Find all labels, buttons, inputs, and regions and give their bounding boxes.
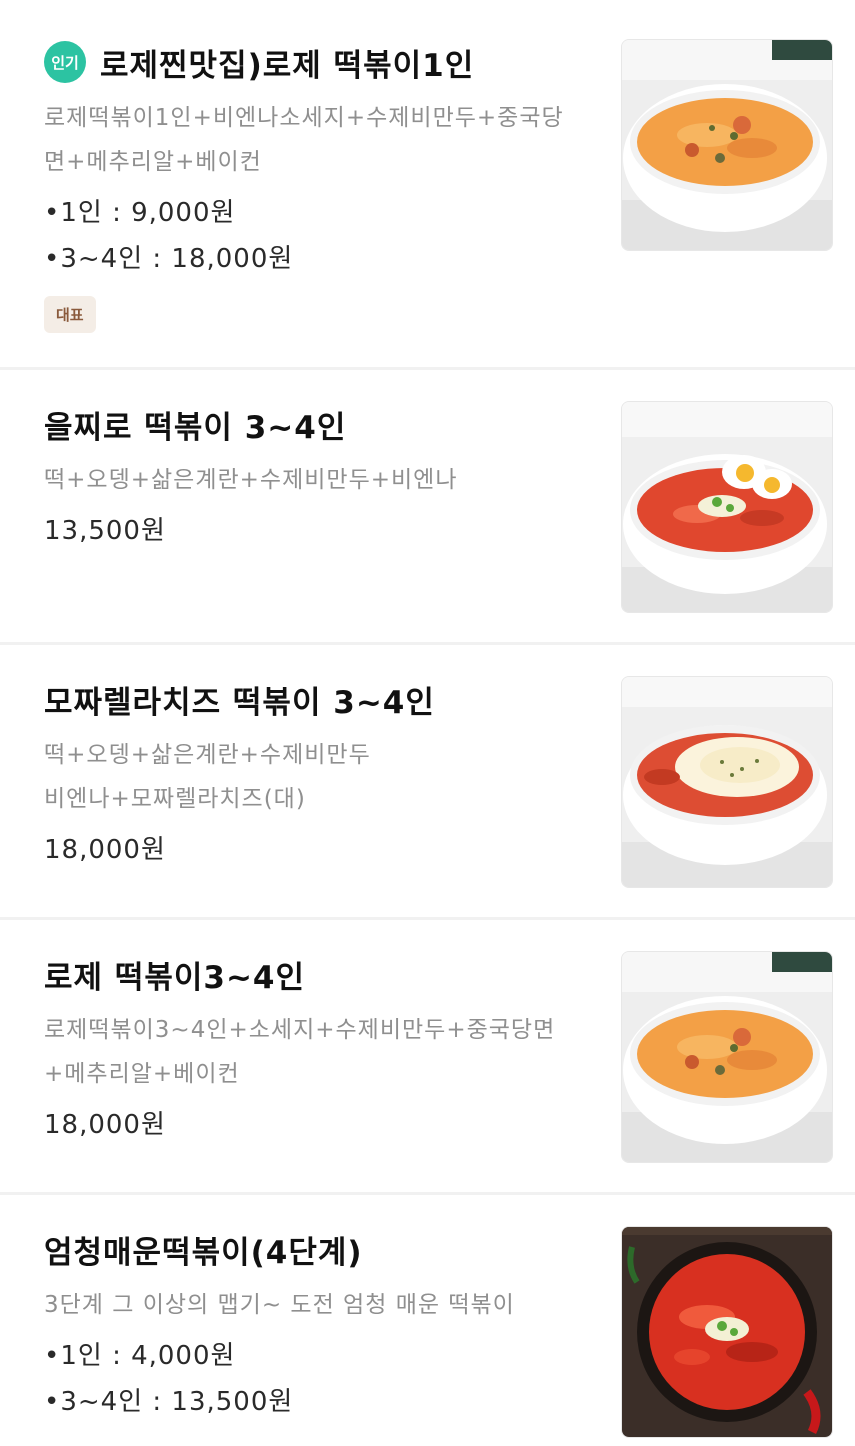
menu-list: 인기 로제찐맛집)로제 떡볶이1인 로제떡볶이1인+비엔나소세지+수제비만두+중… [0,0,855,1446]
menu-item-extra-spicy[interactable]: 엄청매운떡볶이(4단계) 3단계 그 이상의 맵기~ 도전 엄청 매운 떡볶이 … [0,1195,855,1446]
price-line: •1인 : 4,000원 [44,1341,236,1371]
title-row: 을찌로 떡볶이 3~4인 [44,396,595,452]
item-description: 3단계 그 이상의 맵기~ 도전 엄청 매운 떡볶이 [44,1283,595,1327]
spicy-tteokbokki-dark-bowl-icon [622,1227,832,1437]
price-list: 18,000원 [44,1102,595,1148]
menu-item-image[interactable] [621,401,833,613]
item-title: 엄청매운떡볶이(4단계) [44,1234,363,1271]
title-row: 로제 떡볶이3~4인 [44,946,595,1002]
item-text: 모짜렐라치즈 떡볶이 3~4인 떡+오뎅+삶은계란+수제비만두 비엔나+모짜렐라… [44,671,595,873]
rose-tteokbokki-bowl-icon [622,952,832,1162]
popular-badge: 인기 [44,41,86,83]
price-line: •3~4인 : 13,500원 [44,1387,294,1417]
menu-item-image[interactable] [621,39,833,251]
desc-line: 면+메추리알+베이컨 [44,149,262,175]
title-row: 인기 로제찐맛집)로제 떡볶이1인 [44,34,595,90]
menu-item-image[interactable] [621,1226,833,1438]
desc-line: 비엔나+모짜렐라치즈(대) [44,786,306,812]
price-line: •1인 : 9,000원 [44,198,236,228]
desc-line: 떡+오뎅+삶은계란+수제비만두 [44,742,371,768]
price-list: 13,500원 [44,508,595,554]
price-line: •3~4인 : 18,000원 [44,244,294,274]
item-title: 모짜렐라치즈 떡볶이 3~4인 [44,684,435,721]
price-line: 13,500원 [44,516,166,546]
item-title: 로제찐맛집)로제 떡볶이1인 [100,47,475,84]
item-text: 로제 떡볶이3~4인 로제떡볶이3~4인+소세지+수제비만두+중국당면 +메추리… [44,946,595,1148]
item-title: 을찌로 떡볶이 3~4인 [44,409,347,446]
desc-line: 로제떡볶이1인+비엔나소세지+수제비만두+중국당 [44,105,564,131]
menu-item-image[interactable] [621,676,833,888]
cheese-tteokbokki-bowl-icon [622,677,832,887]
desc-line: 로제떡볶이3~4인+소세지+수제비만두+중국당면 [44,1017,556,1043]
item-description: 떡+오뎅+삶은계란+수제비만두 비엔나+모짜렐라치즈(대) [44,733,595,821]
red-tteokbokki-with-eggs-icon [622,402,832,612]
price-line: 18,000원 [44,835,166,865]
price-list: •1인 : 4,000원 •3~4인 : 13,500원 [44,1333,595,1425]
desc-line: +메추리알+베이컨 [44,1061,240,1087]
rose-tteokbokki-bowl-icon [622,40,832,250]
price-list: 18,000원 [44,827,595,873]
price-line: 18,000원 [44,1110,166,1140]
title-row: 모짜렐라치즈 떡볶이 3~4인 [44,671,595,727]
representative-tag: 대표 [44,296,96,333]
menu-item-euljiro[interactable]: 을찌로 떡볶이 3~4인 떡+오뎅+삶은계란+수제비만두+비엔나 13,500원 [0,370,855,645]
price-list: •1인 : 9,000원 •3~4인 : 18,000원 [44,190,595,282]
menu-item-image[interactable] [621,951,833,1163]
item-text: 인기 로제찐맛집)로제 떡볶이1인 로제떡볶이1인+비엔나소세지+수제비만두+중… [44,34,595,333]
item-description: 로제떡볶이1인+비엔나소세지+수제비만두+중국당 면+메추리알+베이컨 [44,96,595,184]
desc-line: 떡+오뎅+삶은계란+수제비만두+비엔나 [44,467,458,493]
menu-item-rose-1[interactable]: 인기 로제찐맛집)로제 떡볶이1인 로제떡볶이1인+비엔나소세지+수제비만두+중… [0,0,855,370]
desc-line: 3단계 그 이상의 맵기~ 도전 엄청 매운 떡볶이 [44,1292,515,1318]
item-title: 로제 떡볶이3~4인 [44,959,306,996]
item-description: 떡+오뎅+삶은계란+수제비만두+비엔나 [44,458,595,502]
item-description: 로제떡볶이3~4인+소세지+수제비만두+중국당면 +메추리알+베이컨 [44,1008,595,1096]
menu-item-mozzarella[interactable]: 모짜렐라치즈 떡볶이 3~4인 떡+오뎅+삶은계란+수제비만두 비엔나+모짜렐라… [0,645,855,920]
menu-item-rose-34[interactable]: 로제 떡볶이3~4인 로제떡볶이3~4인+소세지+수제비만두+중국당면 +메추리… [0,920,855,1195]
item-text: 을찌로 떡볶이 3~4인 떡+오뎅+삶은계란+수제비만두+비엔나 13,500원 [44,396,595,554]
item-text: 엄청매운떡볶이(4단계) 3단계 그 이상의 맵기~ 도전 엄청 매운 떡볶이 … [44,1221,595,1425]
title-row: 엄청매운떡볶이(4단계) [44,1221,595,1277]
